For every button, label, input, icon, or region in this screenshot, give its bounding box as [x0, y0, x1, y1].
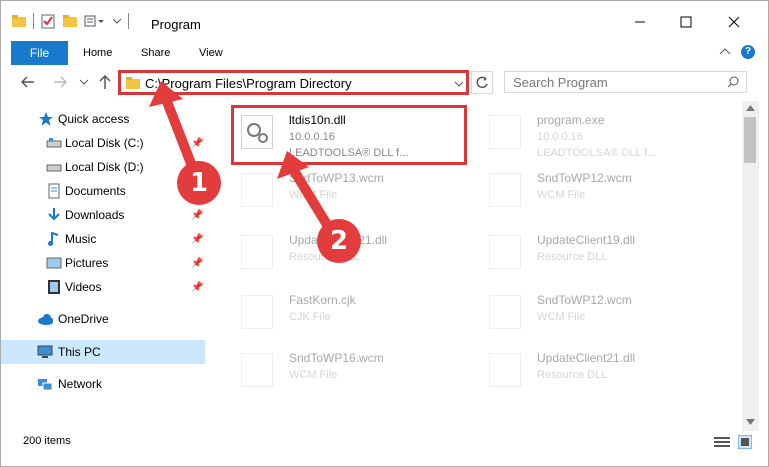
- annotation-arrows: [149, 81, 342, 244]
- callout-2: 2: [317, 219, 361, 263]
- callout-1: 1: [177, 161, 221, 205]
- explorer-window: Program File Home Share View ? C:\Progra…: [0, 0, 769, 467]
